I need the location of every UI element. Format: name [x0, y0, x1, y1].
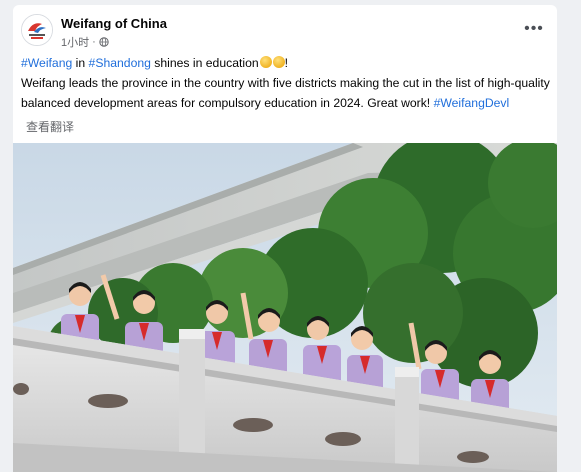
- post-photo[interactable]: [13, 143, 557, 472]
- feed-background: Weifang of China 1小时 · ••• #Weifang in #…: [0, 0, 581, 472]
- see-translation-link[interactable]: 查看翻译: [26, 118, 74, 135]
- post-line-2: Weifang leads the province in the countr…: [21, 73, 551, 113]
- medal-emoji-icon: [272, 56, 285, 68]
- more-options-button[interactable]: •••: [523, 18, 545, 40]
- text-in: in: [72, 56, 89, 70]
- page-logo-icon: [22, 15, 52, 45]
- hashtag-weifang[interactable]: #Weifang: [21, 56, 72, 70]
- post-card: Weifang of China 1小时 · ••• #Weifang in #…: [13, 5, 557, 472]
- text-shines: shines in education: [150, 56, 259, 70]
- post-line-1: #Weifang in #Shandong shines in educatio…: [21, 53, 551, 73]
- medal-emoji-icon: [259, 56, 272, 68]
- globe-icon: [99, 37, 109, 47]
- post-body: #Weifang in #Shandong shines in educatio…: [21, 53, 551, 113]
- post-meta: 1小时 ·: [61, 34, 109, 50]
- meta-separator: ·: [92, 36, 96, 48]
- hashtag-weifangdevl[interactable]: #WeifangDevl: [434, 96, 510, 110]
- text-exclaim: !: [284, 56, 289, 70]
- post-header: Weifang of China 1小时 · •••: [13, 5, 557, 53]
- post-timestamp[interactable]: 1小时: [61, 34, 89, 50]
- page-name[interactable]: Weifang of China: [61, 16, 167, 31]
- page-avatar[interactable]: [21, 14, 53, 46]
- hashtag-shandong[interactable]: #Shandong: [89, 56, 151, 70]
- more-dots-icon: •••: [524, 20, 544, 37]
